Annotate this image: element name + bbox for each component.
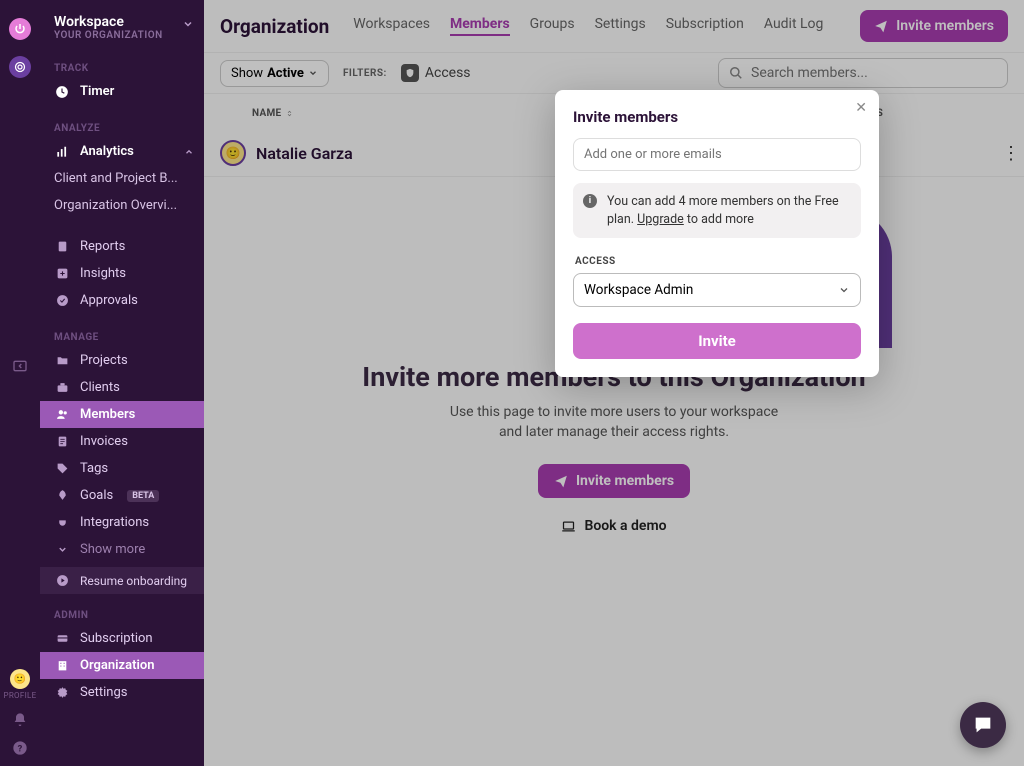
invite-modal: ✕ Invite members i You can add 4 more me… <box>555 90 879 377</box>
sidebar-item-organization[interactable]: Organization <box>40 652 204 679</box>
briefcase-icon <box>54 381 70 394</box>
sidebar-item-tags[interactable]: Tags <box>40 455 204 482</box>
workspace-switcher[interactable]: Workspace YOUR ORGANIZATION <box>40 10 204 57</box>
sidebar-label: Approvals <box>80 293 138 308</box>
sidebar-label: Projects <box>80 353 128 368</box>
collapse-sidebar-icon[interactable] <box>0 358 40 374</box>
plug-icon <box>54 516 70 529</box>
sidebar-label: Integrations <box>80 515 149 530</box>
info-icon: i <box>583 194 597 208</box>
sidebar-item-client-project[interactable]: Client and Project B... <box>40 165 204 192</box>
play-circle-icon <box>54 574 70 587</box>
profile-avatar[interactable]: 🙂 PROFILE <box>3 669 36 700</box>
sidebar-item-show-more[interactable]: Show more <box>40 536 204 563</box>
workspace-subtitle: YOUR ORGANIZATION <box>54 30 190 41</box>
sidebar-label: Organization <box>80 658 154 673</box>
sidebar-label: Reports <box>80 239 125 254</box>
close-icon[interactable]: ✕ <box>855 100 867 116</box>
chevron-up-icon <box>184 147 194 157</box>
sidebar-item-projects[interactable]: Projects <box>40 347 204 374</box>
sidebar-item-org-overview[interactable]: Organization Overvi... <box>40 192 204 219</box>
notifications-icon[interactable] <box>12 712 28 728</box>
plan-note: i You can add 4 more members on the Free… <box>573 183 861 238</box>
chevron-down-icon <box>54 544 70 555</box>
access-label: ACCESS <box>575 256 861 267</box>
rocket-icon <box>54 489 70 502</box>
sidebar: Workspace YOUR ORGANIZATION TRACK Timer … <box>40 0 204 766</box>
sidebar-label: Subscription <box>80 631 153 646</box>
profile-label: PROFILE <box>3 691 36 700</box>
chevron-down-icon <box>838 284 850 296</box>
chart-icon <box>54 145 70 159</box>
sidebar-label: Goals <box>80 488 113 503</box>
building-icon <box>54 659 70 672</box>
sidebar-label: Organization Overvi... <box>54 198 177 213</box>
section-track: TRACK <box>40 57 204 78</box>
modal-title: Invite members <box>573 108 861 126</box>
sidebar-label: Tags <box>80 461 108 476</box>
sidebar-label: Timer <box>80 84 114 99</box>
sidebar-item-insights[interactable]: Insights <box>40 260 204 287</box>
tag-icon <box>54 462 70 475</box>
sidebar-label: Resume onboarding <box>80 574 187 588</box>
sidebar-item-reports[interactable]: Reports <box>40 233 204 260</box>
sidebar-item-clients[interactable]: Clients <box>40 374 204 401</box>
sidebar-item-approvals[interactable]: Approvals <box>40 287 204 314</box>
plus-square-icon <box>54 267 70 280</box>
sidebar-label: Show more <box>80 542 145 557</box>
check-circle-icon <box>54 294 70 307</box>
sidebar-label: Insights <box>80 266 126 281</box>
document-icon <box>54 240 70 253</box>
beta-badge: BETA <box>127 490 159 502</box>
sidebar-item-timer[interactable]: Timer <box>40 78 204 105</box>
workspace-title: Workspace <box>54 14 190 30</box>
email-input[interactable] <box>573 138 861 171</box>
chevron-down-icon <box>182 18 194 30</box>
help-icon[interactable]: ? <box>12 740 28 756</box>
users-icon <box>54 408 70 421</box>
product-switcher-icon[interactable] <box>9 56 31 78</box>
toggl-power-icon[interactable] <box>9 18 31 40</box>
sidebar-label: Client and Project B... <box>54 171 178 186</box>
sidebar-item-subscription[interactable]: Subscription <box>40 625 204 652</box>
role-dropdown[interactable]: Workspace Admin <box>573 273 861 307</box>
icon-rail: 🙂 PROFILE ? <box>0 0 40 766</box>
card-icon <box>54 632 70 645</box>
invite-submit-button[interactable]: Invite <box>573 323 861 359</box>
section-admin: ADMIN <box>40 604 204 625</box>
sidebar-item-goals[interactable]: Goals BETA <box>40 482 204 509</box>
section-analyze: ANALYZE <box>40 117 204 138</box>
folder-icon <box>54 354 70 367</box>
sidebar-label: Invoices <box>80 434 128 449</box>
gear-icon <box>54 686 70 699</box>
sidebar-label: Analytics <box>80 144 134 159</box>
section-manage: MANAGE <box>40 326 204 347</box>
sidebar-label: Settings <box>80 685 127 700</box>
clock-icon <box>54 85 70 99</box>
main-content: Organization Workspaces Members Groups S… <box>204 0 1024 766</box>
sidebar-label: Clients <box>80 380 120 395</box>
sidebar-item-integrations[interactable]: Integrations <box>40 509 204 536</box>
chat-fab[interactable] <box>960 702 1006 748</box>
sidebar-item-analytics[interactable]: Analytics <box>40 138 204 165</box>
sidebar-label: Members <box>80 407 135 422</box>
sidebar-item-invoices[interactable]: Invoices <box>40 428 204 455</box>
upgrade-link[interactable]: Upgrade <box>637 212 684 227</box>
sidebar-item-members[interactable]: Members <box>40 401 204 428</box>
sidebar-item-settings[interactable]: Settings <box>40 679 204 706</box>
sidebar-item-resume-onboarding[interactable]: Resume onboarding <box>40 567 204 594</box>
invoice-icon <box>54 435 70 448</box>
svg-text:?: ? <box>18 743 23 754</box>
role-value: Workspace Admin <box>584 282 693 298</box>
